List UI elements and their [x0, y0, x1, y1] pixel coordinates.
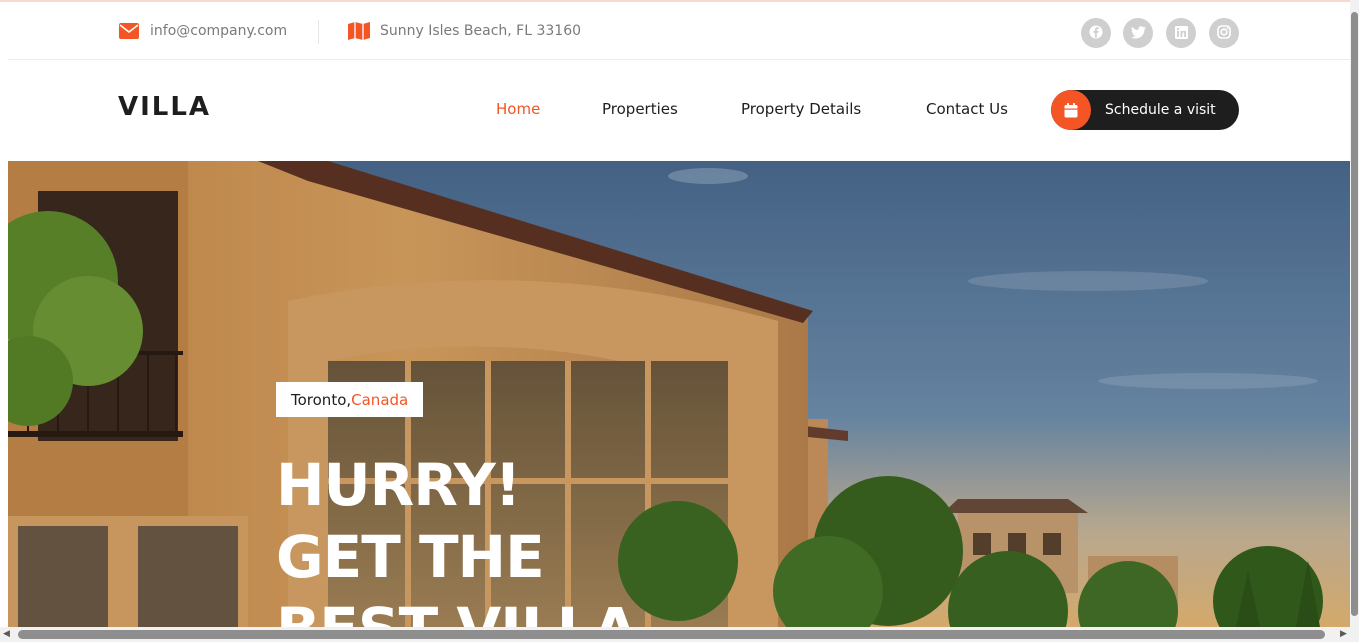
- hero-title-line-3: BEST VILLA: [276, 593, 836, 627]
- location-badge: Toronto, Canada: [276, 382, 424, 417]
- contact-email-text: info@company.com: [150, 23, 288, 39]
- location-country: Canada: [351, 390, 409, 409]
- nav-properties[interactable]: Properties: [602, 100, 678, 118]
- nav-property-details[interactable]: Property Details: [741, 100, 861, 118]
- page: info@company.com Sunny Isles Beach, FL 3…: [0, 0, 1359, 642]
- main-header: VILLA Home Properties Property Details C…: [8, 60, 1350, 161]
- nav-home[interactable]: Home: [496, 100, 540, 118]
- vertical-scrollbar[interactable]: [1350, 0, 1359, 627]
- linkedin-link[interactable]: [1166, 18, 1196, 48]
- instagram-link[interactable]: [1209, 18, 1239, 48]
- facebook-link[interactable]: [1081, 18, 1111, 48]
- horizontal-scrollbar[interactable]: ◀ ▶: [0, 627, 1359, 642]
- site-logo[interactable]: VILLA: [118, 92, 211, 122]
- schedule-visit-button[interactable]: Schedule a visit: [1051, 90, 1239, 130]
- top-info-bar: info@company.com Sunny Isles Beach, FL 3…: [8, 2, 1350, 60]
- hero-title-line-2: GET THE: [276, 523, 545, 591]
- twitter-icon: [1130, 24, 1146, 43]
- map-icon: [348, 21, 370, 41]
- contact-address: Sunny Isles Beach, FL 33160: [348, 2, 581, 60]
- facebook-icon: [1089, 24, 1103, 43]
- linkedin-icon: [1174, 24, 1188, 43]
- horizontal-scrollbar-thumb[interactable]: [18, 630, 1325, 639]
- hero-title-line-1: HURRY!: [276, 451, 521, 519]
- scroll-left-arrow-icon[interactable]: ◀: [3, 630, 10, 639]
- location-city: Toronto,: [291, 390, 352, 409]
- contact-divider: [318, 20, 319, 44]
- calendar-icon: [1051, 90, 1091, 130]
- instagram-icon: [1217, 24, 1231, 43]
- schedule-visit-label: Schedule a visit: [1105, 102, 1216, 118]
- hero-title: HURRY! GET THE BEST VILLA: [276, 449, 836, 627]
- contact-email[interactable]: info@company.com: [118, 2, 287, 60]
- scroll-right-arrow-icon[interactable]: ▶: [1340, 630, 1347, 639]
- envelope-icon: [118, 21, 140, 41]
- contact-address-text: Sunny Isles Beach, FL 33160: [380, 23, 582, 39]
- vertical-scrollbar-thumb[interactable]: [1351, 12, 1358, 616]
- twitter-link[interactable]: [1123, 18, 1153, 48]
- hero-banner: Toronto, Canada HURRY! GET THE BEST VILL…: [8, 161, 1350, 627]
- nav-contact-us[interactable]: Contact Us: [926, 100, 1008, 118]
